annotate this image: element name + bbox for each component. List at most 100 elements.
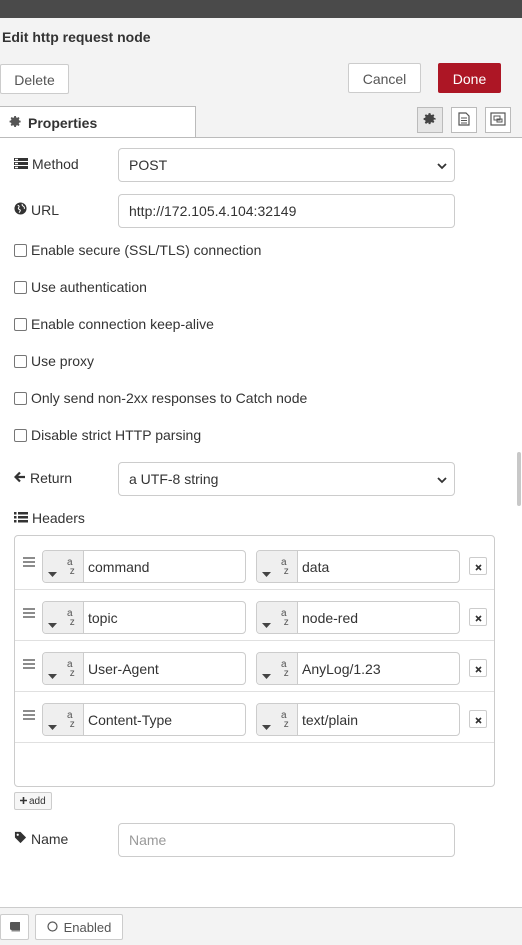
header-row: a z topic a z node-red — [15, 589, 494, 641]
chevron-down-icon — [436, 473, 448, 489]
header-value-input[interactable]: a z AnyLog/1.23 — [256, 652, 460, 685]
string-type-icon: a z — [67, 710, 75, 730]
caret-down-icon — [48, 666, 57, 682]
type-select[interactable]: a z — [257, 653, 298, 684]
circle-icon — [47, 920, 58, 935]
file-text-icon — [458, 111, 470, 129]
header-value-value: AnyLog/1.23 — [302, 661, 381, 677]
close-icon — [474, 558, 482, 574]
remove-header-button[interactable] — [469, 710, 487, 728]
checkbox-strict[interactable] — [14, 428, 27, 442]
type-select[interactable]: a z — [43, 653, 84, 684]
checkbox-strict-label: Disable strict HTTP parsing — [31, 427, 202, 443]
checkbox-keepalive[interactable] — [14, 317, 27, 331]
header-value-value: node-red — [302, 610, 359, 626]
return-label: Return — [30, 470, 73, 486]
type-select[interactable]: a z — [43, 704, 84, 735]
header-name-input[interactable]: a z command — [42, 550, 246, 583]
drag-handle-icon[interactable] — [23, 656, 35, 672]
method-value: POST — [129, 157, 168, 173]
cancel-button[interactable]: Cancel — [348, 63, 421, 93]
checkbox-ssl-row[interactable]: Enable secure (SSL/TLS) connection — [14, 242, 261, 258]
name-input[interactable] — [118, 823, 455, 857]
settings-tab-button[interactable] — [417, 107, 443, 133]
header-value-input[interactable]: a z text/plain — [256, 703, 460, 736]
headers-list: a z command a z data a z topic a z node-… — [14, 535, 495, 787]
chevron-down-icon — [436, 159, 448, 175]
add-label: add — [29, 795, 46, 807]
header-name-input[interactable]: a z Content-Type — [42, 703, 246, 736]
tray-title: Edit http request node — [2, 29, 151, 45]
header-value-input[interactable]: a z data — [256, 550, 460, 583]
header-value-value: data — [302, 559, 330, 575]
tag-icon — [14, 831, 27, 847]
checkbox-proxy-row[interactable]: Use proxy — [14, 353, 94, 369]
header-name-value: topic — [88, 610, 118, 626]
checkbox-catch[interactable] — [14, 391, 27, 405]
caret-down-icon — [48, 615, 57, 631]
type-select[interactable]: a z — [43, 602, 84, 633]
checkbox-catch-row[interactable]: Only send non-2xx responses to Catch nod… — [14, 390, 307, 406]
caret-down-icon — [262, 615, 271, 631]
checkbox-keepalive-row[interactable]: Enable connection keep-alive — [14, 316, 214, 332]
remove-header-button[interactable] — [469, 557, 487, 575]
header-name-input[interactable]: a z User-Agent — [42, 652, 246, 685]
string-type-icon: a z — [67, 557, 75, 577]
header-name-value: command — [88, 559, 150, 575]
url-input-text[interactable] — [129, 203, 444, 219]
enabled-toggle[interactable]: Enabled — [35, 914, 123, 940]
caret-down-icon — [48, 717, 57, 733]
description-tab-button[interactable] — [451, 107, 477, 133]
node-help-button[interactable] — [0, 914, 29, 940]
remove-header-button[interactable] — [469, 659, 487, 677]
checkbox-proxy[interactable] — [14, 354, 27, 368]
url-input[interactable] — [118, 194, 455, 228]
checkbox-proxy-label: Use proxy — [31, 353, 95, 369]
gear-icon — [9, 115, 22, 131]
return-select[interactable]: a UTF-8 string — [118, 462, 455, 496]
gear-icon — [423, 112, 437, 129]
drag-handle-icon[interactable] — [23, 707, 35, 723]
checkbox-auth-label: Use authentication — [31, 279, 147, 295]
done-button[interactable]: Done — [438, 63, 501, 93]
close-icon — [474, 660, 482, 676]
drag-handle-icon[interactable] — [23, 554, 35, 570]
book-icon — [9, 920, 21, 935]
type-select[interactable]: a z — [43, 551, 84, 582]
checkbox-auth[interactable] — [14, 280, 27, 294]
type-select[interactable]: a z — [257, 602, 298, 633]
method-label: Method — [32, 156, 79, 172]
header-name-input[interactable]: a z topic — [42, 601, 246, 634]
tab-properties[interactable]: Properties — [0, 106, 196, 137]
checkbox-catch-label: Only send non-2xx responses to Catch nod… — [31, 390, 308, 406]
caret-down-icon — [262, 666, 271, 682]
headers-label-row: Headers — [14, 510, 85, 526]
type-select[interactable]: a z — [257, 704, 298, 735]
checkbox-auth-row[interactable]: Use authentication — [14, 279, 147, 295]
add-header-button[interactable]: add — [14, 792, 52, 810]
checkbox-strict-row[interactable]: Disable strict HTTP parsing — [14, 427, 201, 443]
return-label-row: Return — [13, 470, 73, 486]
checkbox-ssl[interactable] — [14, 243, 27, 257]
string-type-icon: a z — [281, 710, 289, 730]
header-name-value: User-Agent — [88, 661, 159, 677]
string-type-icon: a z — [281, 659, 289, 679]
type-select[interactable]: a z — [257, 551, 298, 582]
appearance-tab-button[interactable] — [485, 107, 511, 133]
delete-button[interactable]: Delete — [0, 64, 69, 94]
caret-down-icon — [48, 564, 57, 580]
scrollbar[interactable] — [517, 452, 521, 506]
checkbox-keepalive-label: Enable connection keep-alive — [31, 316, 214, 332]
drag-handle-icon[interactable] — [23, 605, 35, 621]
close-icon — [474, 609, 482, 625]
name-input-text[interactable] — [129, 832, 444, 848]
tab-properties-label: Properties — [28, 115, 98, 131]
caret-down-icon — [262, 564, 271, 580]
header-value-input[interactable]: a z node-red — [256, 601, 460, 634]
name-label-row: Name — [14, 831, 68, 847]
method-select[interactable]: POST — [118, 148, 455, 182]
headers-label: Headers — [32, 510, 85, 526]
url-label-row: URL — [14, 202, 59, 218]
header-row: a z Content-Type a z text/plain — [15, 691, 494, 743]
remove-header-button[interactable] — [469, 608, 487, 626]
